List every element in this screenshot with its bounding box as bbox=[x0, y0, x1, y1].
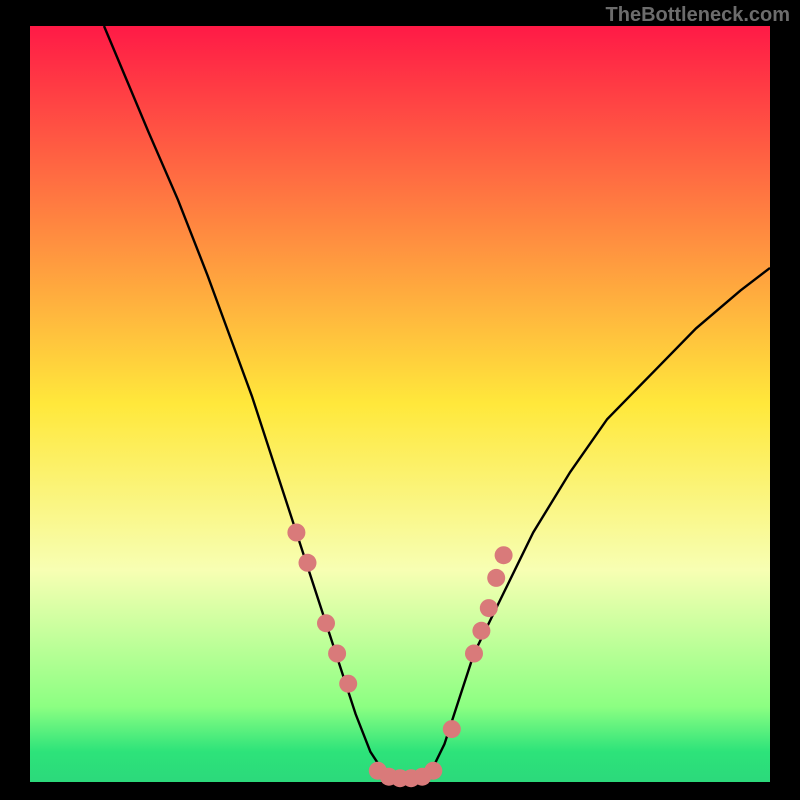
marker-dot bbox=[443, 720, 461, 738]
marker-dot bbox=[317, 614, 335, 632]
marker-dot bbox=[480, 599, 498, 617]
marker-dot bbox=[287, 524, 305, 542]
marker-dot bbox=[465, 645, 483, 663]
marker-dot bbox=[472, 622, 490, 640]
marker-dot bbox=[495, 546, 513, 564]
plot-area bbox=[30, 26, 770, 782]
marker-dot bbox=[339, 675, 357, 693]
marker-dot bbox=[424, 762, 442, 780]
marker-dot bbox=[487, 569, 505, 587]
marker-dot bbox=[299, 554, 317, 572]
watermark-text: TheBottleneck.com bbox=[606, 4, 790, 27]
chart-stage: TheBottleneck.com bbox=[0, 0, 800, 800]
chart-svg bbox=[0, 0, 800, 800]
marker-dot bbox=[328, 645, 346, 663]
